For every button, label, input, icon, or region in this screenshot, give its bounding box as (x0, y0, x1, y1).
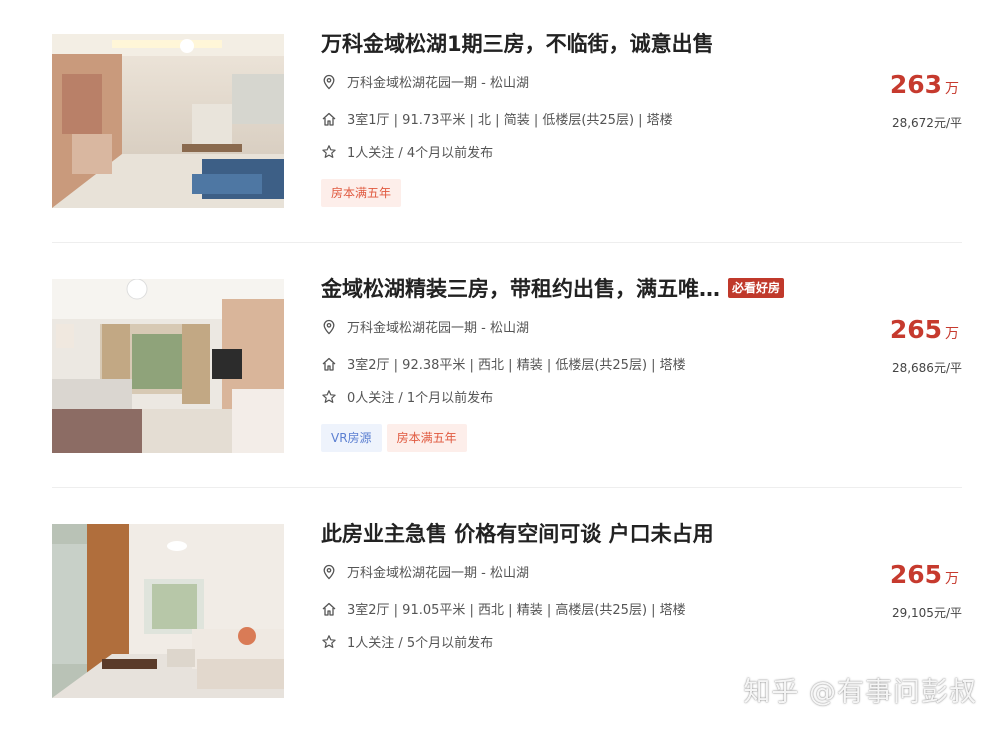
listing-title[interactable]: 此房业主急售 价格有空间可谈 户口未占用 (321, 519, 714, 549)
follow-text: 0人关注 / 1个月以前发布 (347, 391, 494, 406)
unit-price: 28,686元/平 (891, 361, 962, 375)
location-pin-icon (321, 564, 337, 580)
total-price: 263 万 (890, 70, 959, 99)
tag-list: VR房源 房本满五年 (321, 424, 472, 452)
listing-location: 万科金域松湖花园一期 - 松山湖 (321, 564, 529, 583)
house-icon (321, 601, 337, 617)
location-text[interactable]: 万科金域松湖花园一期 - 松山湖 (347, 76, 529, 91)
house-icon (321, 356, 337, 372)
star-outline-icon[interactable] (321, 389, 337, 405)
price-unit: 万 (945, 326, 959, 342)
location-pin-icon (321, 74, 337, 90)
total-price: 265 万 (890, 560, 959, 589)
star-outline-icon[interactable] (321, 634, 337, 650)
tag-five-years: 房本满五年 (321, 179, 402, 207)
listing-follow-info: 1人关注 / 4个月以前发布 (321, 144, 493, 163)
follow-text: 1人关注 / 5个月以前发布 (347, 636, 494, 651)
listing-title-text: 金域松湖精装三房，带租约出售，满五唯… (321, 277, 720, 301)
follow-text: 1人关注 / 4个月以前发布 (347, 146, 494, 161)
price-unit: 万 (945, 571, 959, 587)
listing-follow-info: 1人关注 / 5个月以前发布 (321, 634, 493, 653)
tag-list: 房本满五年 (321, 179, 406, 207)
listing-house-info: 3室2厅 | 92.38平米 | 西北 | 精装 | 低楼层(共25层) | 塔… (321, 356, 686, 375)
listing-house-info: 3室1厅 | 91.73平米 | 北 | 简装 | 低楼层(共25层) | 塔楼 (321, 111, 673, 130)
watermark: 知乎 @有事问彭叔 (743, 677, 977, 708)
unit-price: 29,105元/平 (891, 606, 962, 620)
tag-vr[interactable]: VR房源 (321, 424, 382, 452)
price-value: 265 (889, 560, 942, 589)
listing-photo[interactable] (52, 524, 284, 698)
listing-title[interactable]: 金域松湖精装三房，带租约出售，满五唯… 必看好房 (321, 274, 785, 304)
listing-follow-info: 0人关注 / 1个月以前发布 (321, 389, 493, 408)
listing-house-info: 3室2厅 | 91.05平米 | 西北 | 精装 | 高楼层(共25层) | 塔… (321, 601, 686, 620)
house-info-text: 3室2厅 | 92.38平米 | 西北 | 精装 | 低楼层(共25层) | 塔… (347, 358, 686, 373)
must-see-badge: 必看好房 (728, 278, 785, 298)
total-price: 265 万 (890, 315, 959, 344)
house-icon (321, 111, 337, 127)
location-text[interactable]: 万科金域松湖花园一期 - 松山湖 (347, 566, 529, 581)
living-room-photo (52, 279, 284, 453)
star-outline-icon[interactable] (321, 144, 337, 160)
house-info-text: 3室2厅 | 91.05平米 | 西北 | 精装 | 高楼层(共25层) | 塔… (347, 603, 686, 618)
listing-title[interactable]: 万科金域松湖1期三房，不临街，诚意出售 (321, 29, 714, 59)
listing-location: 万科金域松湖花园一期 - 松山湖 (321, 319, 529, 338)
house-info-text: 3室1厅 | 91.73平米 | 北 | 简装 | 低楼层(共25层) | 塔楼 (347, 113, 673, 128)
divider (52, 487, 962, 488)
price-value: 265 (889, 315, 942, 344)
price-value: 263 (889, 70, 942, 99)
listing-photo[interactable] (52, 34, 284, 208)
listing-card[interactable]: 万科金域松湖1期三房，不临街，诚意出售 万科金域松湖花园一期 - 松山湖 3室1… (0, 0, 1001, 245)
listing-title-text: 此房业主急售 价格有空间可谈 户口未占用 (321, 522, 714, 546)
listing-photo[interactable] (52, 279, 284, 453)
location-text[interactable]: 万科金域松湖花园一期 - 松山湖 (347, 321, 529, 336)
listing-title-text: 万科金域松湖1期三房，不临街，诚意出售 (321, 32, 714, 56)
listing-location: 万科金域松湖花园一期 - 松山湖 (321, 74, 529, 93)
living-room-photo (52, 524, 284, 698)
tag-five-years: 房本满五年 (386, 424, 467, 452)
price-unit: 万 (945, 81, 959, 97)
living-room-photo (52, 34, 284, 208)
divider (52, 242, 962, 243)
location-pin-icon (321, 319, 337, 335)
listing-card[interactable]: 金域松湖精装三房，带租约出售，满五唯… 必看好房 万科金域松湖花园一期 - 松山湖… (0, 245, 1001, 490)
unit-price: 28,672元/平 (891, 116, 962, 130)
